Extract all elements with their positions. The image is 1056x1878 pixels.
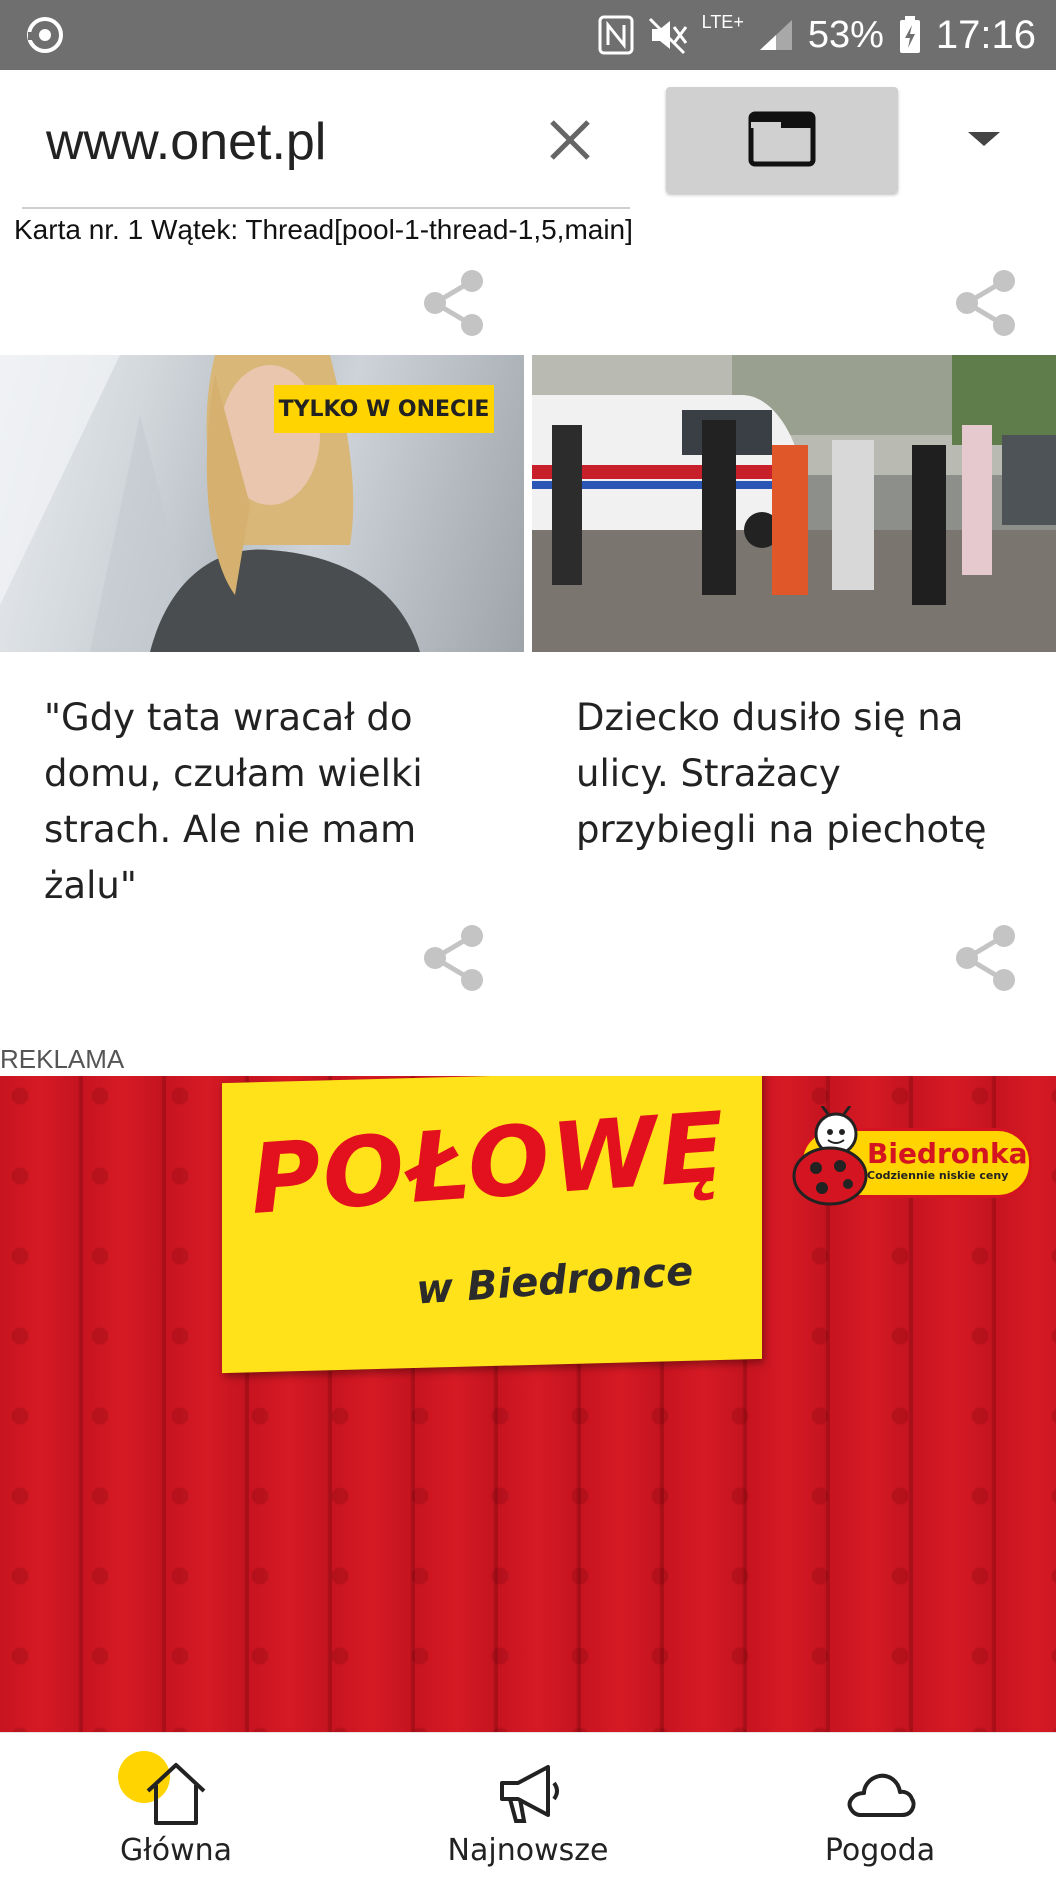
megaphone-icon — [500, 1765, 559, 1823]
share-icon[interactable] — [422, 268, 486, 338]
sync-icon — [27, 17, 63, 53]
street-scene-illustration — [532, 355, 1056, 652]
nav-item-home[interactable]: Główna — [0, 1733, 352, 1878]
brand-name: Biedronka — [867, 1137, 1028, 1170]
mute-icon — [648, 17, 687, 55]
article-image[interactable]: TYLKO W ONECIE — [0, 355, 524, 652]
share-icon[interactable] — [954, 268, 1018, 338]
ad-banner[interactable]: POŁOWĘ w Biedronce Biedronka Codziennie … — [0, 1076, 1056, 1732]
url-underline — [22, 207, 630, 209]
signal-icon — [759, 20, 792, 50]
nav-item-latest[interactable]: Najnowsze — [352, 1733, 704, 1878]
bottom-navigation: Główna Najnowsze Pogoda — [0, 1732, 1056, 1878]
ad-label: REKLAMA — [0, 1044, 125, 1074]
close-icon[interactable] — [540, 110, 600, 170]
home-icon — [146, 1763, 206, 1825]
network-type-label: LTE+ — [701, 12, 744, 32]
battery-percent: 53% — [807, 13, 884, 56]
chevron-down-icon[interactable] — [968, 132, 1000, 146]
debug-thread-info: Karta nr. 1 Wątek: Thread[pool-1-thread-… — [14, 214, 633, 245]
nav-item-weather[interactable]: Pogoda — [704, 1733, 1056, 1878]
article-image[interactable] — [532, 355, 1056, 652]
nfc-icon — [598, 15, 634, 55]
share-icon[interactable] — [422, 923, 486, 993]
article-headline[interactable]: "Gdy tata wracał do domu, czułam wielki … — [44, 690, 464, 914]
brand-tagline: Codziennie niskie ceny — [867, 1169, 1009, 1182]
ladybug-icon — [792, 1106, 868, 1206]
nav-label-weather: Pogoda — [824, 1833, 936, 1868]
nav-label-latest: Najnowsze — [447, 1833, 609, 1868]
tab-icon — [748, 111, 816, 167]
battery-charging-icon — [899, 16, 920, 53]
share-icon[interactable] — [954, 923, 1018, 993]
url-input[interactable]: www.onet.pl — [46, 112, 326, 172]
cloud-icon — [847, 1773, 916, 1817]
clock: 17:16 — [935, 12, 1036, 57]
status-bar: LTE+ 53% 17:16 — [0, 0, 1056, 70]
exclusive-badge: TYLKO W ONECIE — [274, 385, 494, 433]
article-headline[interactable]: Dziecko dusiło się na ulicy. Strażacy pr… — [576, 690, 1016, 858]
address-bar: www.onet.pl — [0, 70, 1056, 220]
tabs-button[interactable] — [666, 87, 898, 193]
nav-label-home: Główna — [119, 1833, 233, 1868]
